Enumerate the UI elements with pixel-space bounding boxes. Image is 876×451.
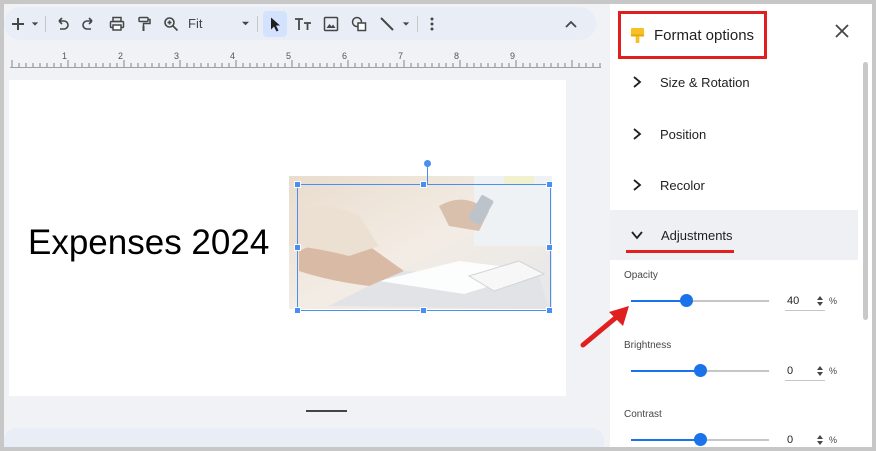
section-size-rotation[interactable]: Size & Rotation [610, 60, 858, 104]
format-options-panel: Format options Size & Rotation Position … [610, 4, 872, 447]
ruler-mark: 3 [174, 51, 180, 61]
brightness-slider[interactable] [631, 364, 769, 377]
resize-handle-bottom-left[interactable] [294, 307, 301, 314]
redo-icon[interactable] [80, 7, 98, 40]
select-icon[interactable] [263, 11, 287, 37]
slide-canvas[interactable]: Expenses 2024 [9, 80, 566, 396]
annotation-arrow-icon [580, 306, 629, 348]
undo-icon[interactable] [53, 7, 71, 40]
more-icon[interactable] [424, 7, 440, 40]
panel-title: Format options [654, 26, 755, 44]
toolbar: Fit [4, 7, 596, 40]
ruler-mark: 8 [454, 51, 460, 61]
chevron-right-icon [633, 179, 642, 191]
slider-thumb[interactable] [680, 294, 694, 307]
chevron-down-icon [241, 21, 250, 26]
rotation-stem [427, 164, 428, 184]
paint-format-icon[interactable] [135, 7, 153, 40]
shape-icon[interactable] [350, 7, 368, 40]
zoom-icon[interactable] [162, 7, 180, 40]
opacity-label: Opacity [624, 270, 658, 281]
panel-scrollbar[interactable] [863, 62, 868, 320]
selection-box[interactable] [297, 184, 551, 311]
annotation-underline [626, 250, 734, 253]
add-dropdown-icon[interactable] [30, 7, 40, 40]
spinner-icon[interactable] [816, 294, 824, 308]
section-recolor[interactable]: Recolor [610, 163, 858, 207]
contrast-label: Contrast [624, 409, 662, 420]
spinner-icon[interactable] [816, 364, 824, 378]
contrast-slider[interactable] [631, 433, 769, 446]
slider-thumb[interactable] [694, 433, 707, 446]
section-label: Size & Rotation [660, 74, 750, 90]
opacity-unit: % [829, 296, 838, 306]
resize-handle-bottom[interactable] [420, 307, 427, 314]
collapse-icon[interactable] [562, 7, 580, 40]
chevron-down-icon [631, 231, 643, 240]
resize-handle-bottom-right[interactable] [546, 307, 553, 314]
app-window: Fit 1 2 3 4 5 6 7 8 9 Expenses 2024 Form… [4, 4, 872, 447]
ruler-mark: 4 [230, 51, 236, 61]
close-icon[interactable] [834, 23, 854, 43]
brightness-unit: % [829, 366, 838, 376]
ruler-mark: 7 [398, 51, 404, 61]
print-icon[interactable] [108, 7, 126, 40]
contrast-unit: % [829, 435, 838, 445]
resize-handle-left[interactable] [294, 244, 301, 251]
ruler-mark: 5 [286, 51, 292, 61]
ruler-mark: 9 [510, 51, 516, 61]
ruler-mark: 6 [342, 51, 348, 61]
resize-handle-top[interactable] [420, 181, 427, 188]
section-label: Position [660, 126, 707, 142]
line-icon[interactable] [378, 7, 396, 40]
section-position[interactable]: Position [610, 112, 858, 156]
ruler-mark: 2 [118, 51, 124, 61]
slider-fill [631, 439, 700, 441]
slider-fill [631, 300, 687, 302]
add-icon[interactable] [10, 7, 26, 40]
ruler: 1 2 3 4 5 6 7 8 9 [4, 48, 601, 70]
resize-handle-right[interactable] [546, 244, 553, 251]
ruler-mark: 1 [62, 51, 68, 61]
slider-fill [631, 370, 700, 372]
speaker-notes-drag-handle[interactable] [306, 410, 347, 412]
chevron-right-icon [633, 128, 642, 140]
zoom-value: Fit [188, 16, 203, 31]
rotate-handle[interactable] [424, 160, 431, 167]
spinner-icon[interactable] [816, 433, 824, 447]
chevron-right-icon [633, 76, 642, 88]
image-icon[interactable] [322, 7, 340, 40]
panel-header: Format options [618, 11, 767, 59]
section-label: Recolor [660, 177, 705, 193]
opacity-slider[interactable] [631, 294, 769, 307]
zoom-select[interactable]: Fit [188, 7, 250, 40]
resize-handle-top-left[interactable] [294, 181, 301, 188]
speaker-notes-area[interactable] [4, 428, 604, 447]
paint-format-icon [630, 27, 645, 43]
line-dropdown-icon[interactable] [401, 7, 411, 40]
resize-handle-top-right[interactable] [546, 181, 553, 188]
slider-thumb[interactable] [694, 364, 707, 377]
text-box-icon[interactable] [293, 7, 313, 40]
slide-title[interactable]: Expenses 2024 [28, 223, 269, 263]
section-label: Adjustments [661, 227, 733, 243]
